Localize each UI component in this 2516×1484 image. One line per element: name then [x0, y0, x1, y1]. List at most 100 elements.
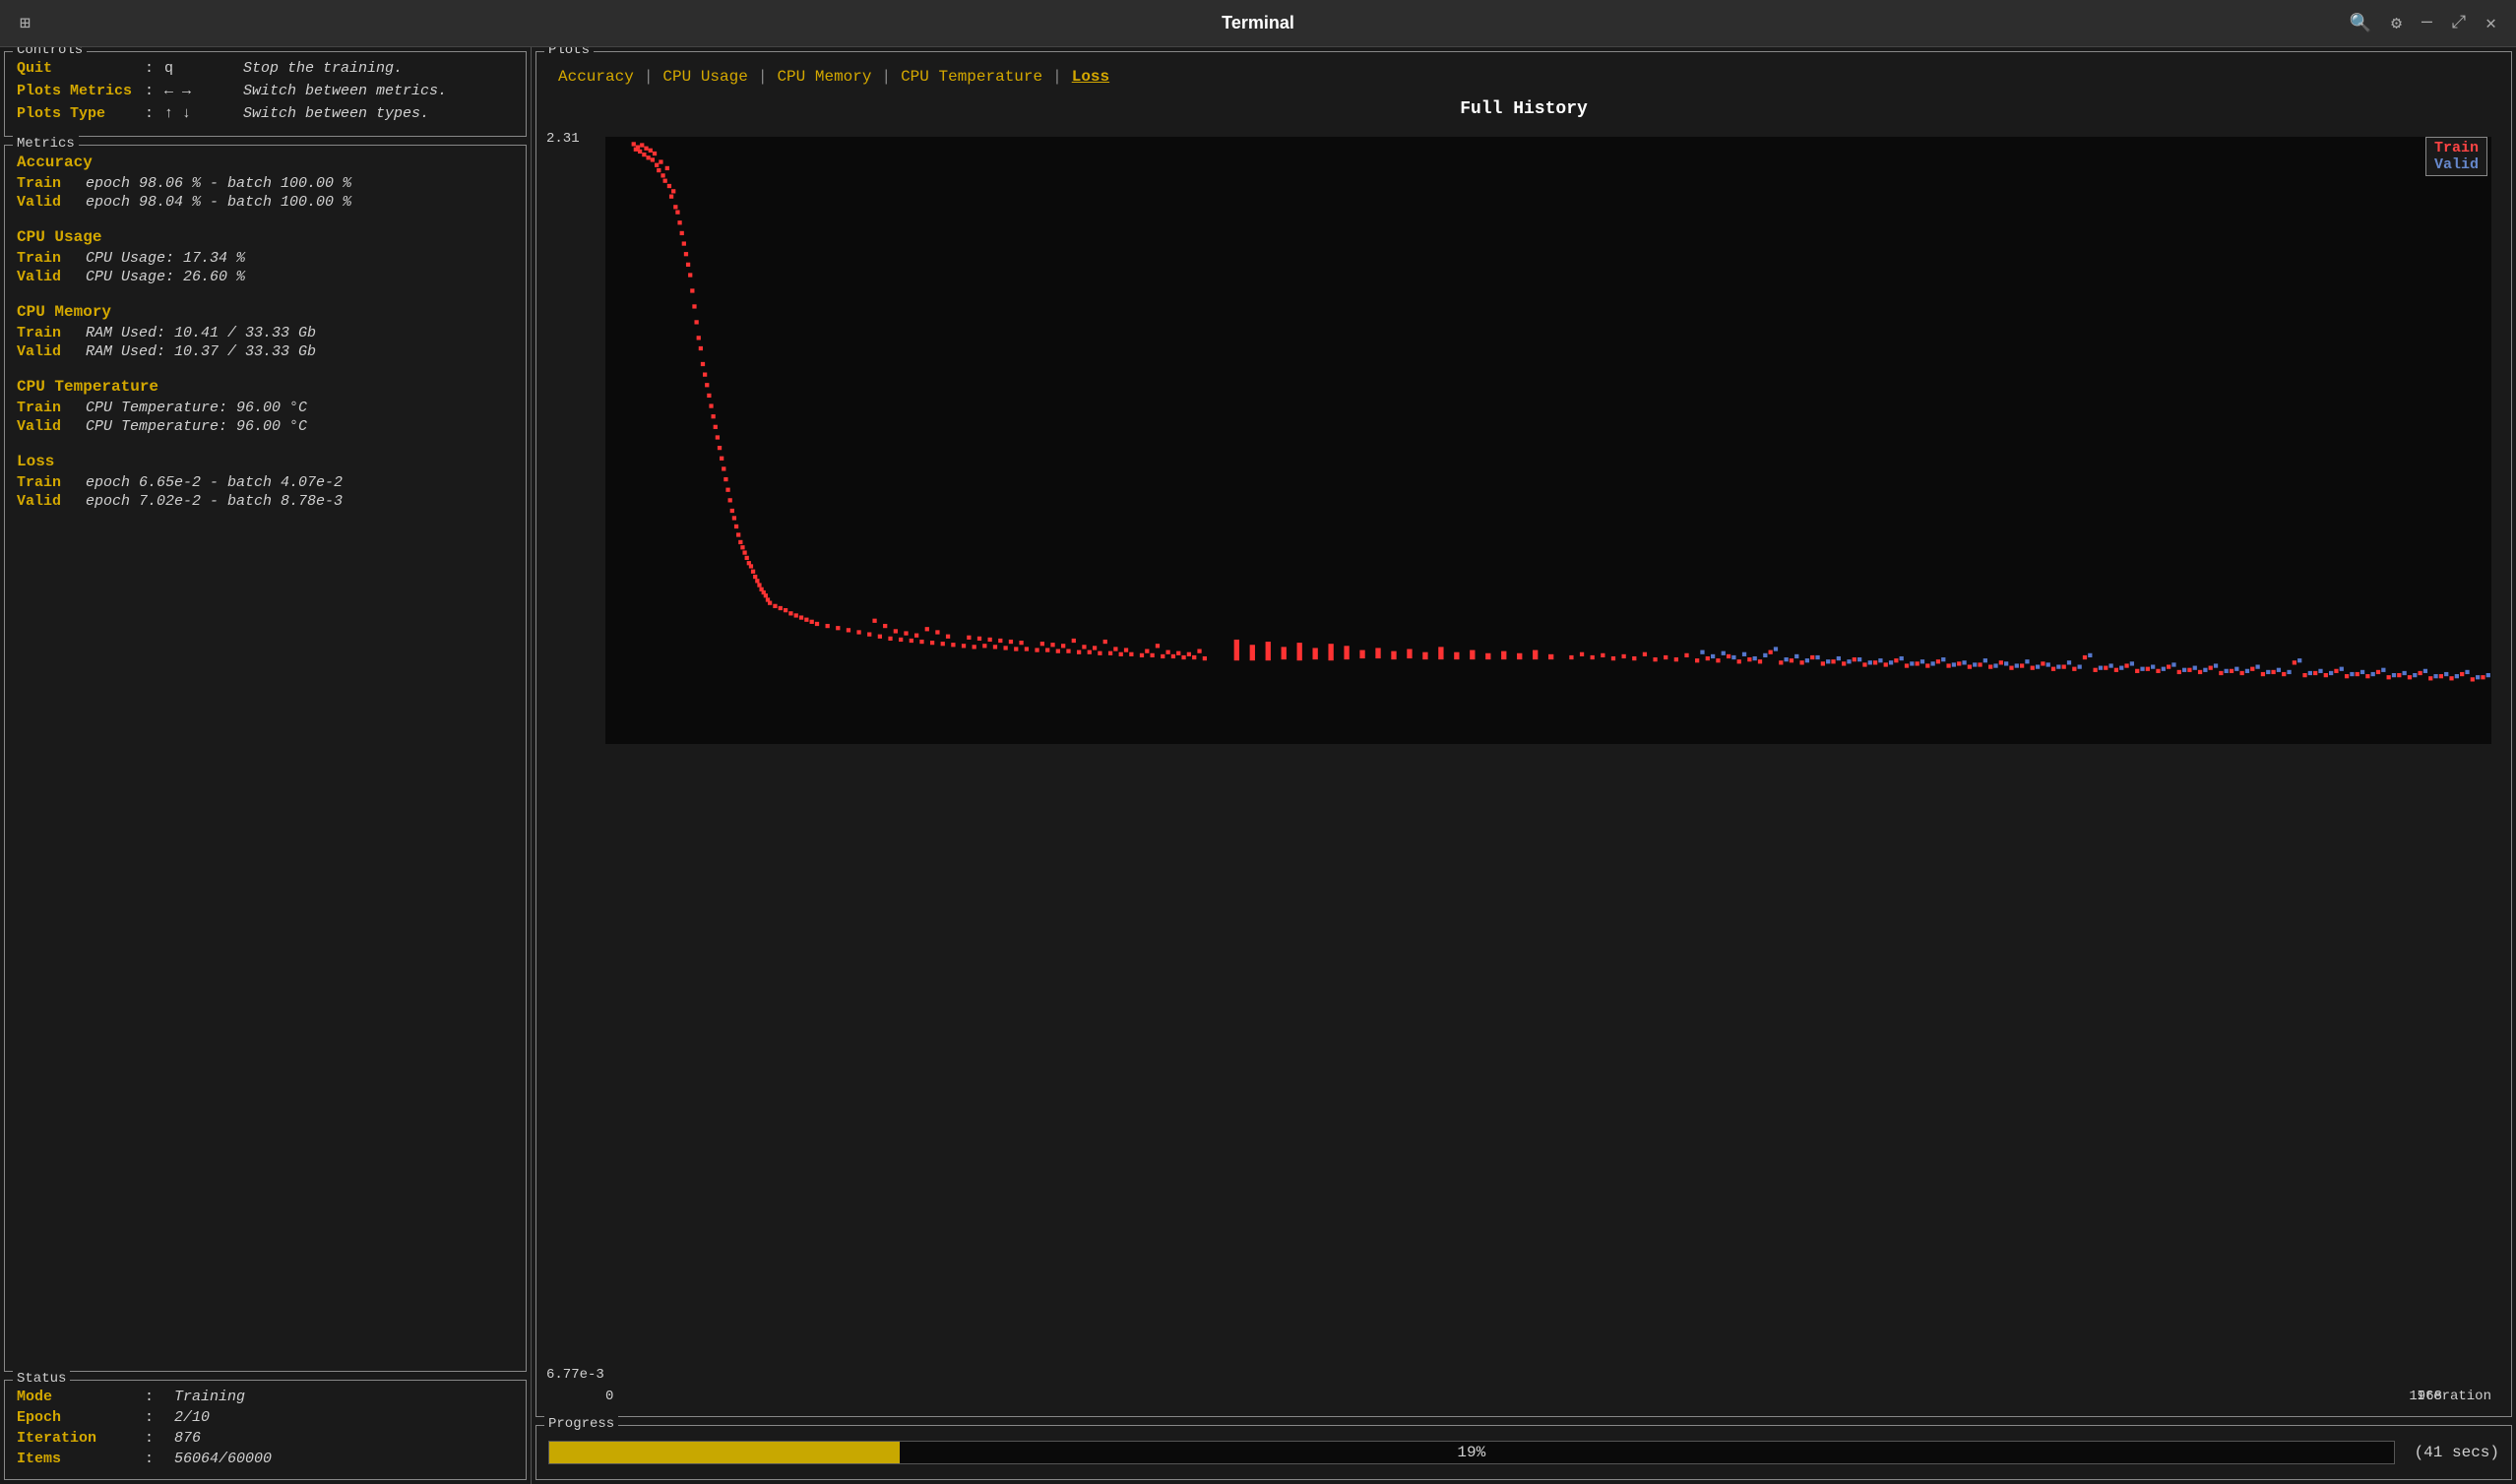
metrics-section: Metrics Accuracy Train epoch 98.06 % - b…	[4, 145, 527, 1372]
loss-train-row: Train epoch 6.65e-2 - batch 4.07e-2	[17, 474, 514, 491]
cpu-usage-train-row: Train CPU Usage: 17.34 %	[17, 250, 514, 267]
window-icon[interactable]: ⊞	[20, 13, 31, 34]
legend-train: Train	[2434, 140, 2479, 156]
loss-valid-label: Valid	[17, 493, 86, 510]
tab-cpu-memory[interactable]: CPU Memory	[771, 66, 877, 88]
epoch-key: Epoch	[17, 1409, 145, 1426]
controls-row-metrics: Plots Metrics : ← → Switch between metri…	[17, 83, 514, 99]
left-panel: Controls Quit : q Stop the training. Plo…	[0, 47, 532, 1484]
iteration-value: 876	[174, 1430, 201, 1447]
tab-cpu-usage[interactable]: CPU Usage	[657, 66, 753, 88]
loss-chart	[605, 137, 2491, 744]
cpu-usage-train-value: CPU Usage: 17.34 %	[86, 250, 245, 267]
progress-bar-container: 19%	[548, 1441, 2395, 1464]
status-iteration-row: Iteration : 876	[17, 1430, 514, 1447]
maximize-icon[interactable]: ⤢	[2452, 13, 2466, 33]
items-value: 56064/60000	[174, 1451, 272, 1467]
type-desc: Switch between types.	[243, 105, 429, 122]
accuracy-train-row: Train epoch 98.06 % - batch 100.00 %	[17, 175, 514, 192]
cpu-temp-valid-value: CPU Temperature: 96.00 °C	[86, 418, 307, 435]
epoch-value: 2/10	[174, 1409, 210, 1426]
plots-section: Plots Accuracy | CPU Usage | CPU Memory …	[535, 51, 2512, 1417]
progress-section: Progress 19% (41 secs)	[535, 1425, 2512, 1480]
cpu-memory-title: CPU Memory	[17, 303, 514, 321]
accuracy-valid-row: Valid epoch 98.04 % - batch 100.00 %	[17, 194, 514, 211]
title-bar-left: ⊞	[20, 13, 31, 34]
accuracy-train-value: epoch 98.06 % - batch 100.00 %	[86, 175, 351, 192]
tab-accuracy[interactable]: Accuracy	[552, 66, 640, 88]
window: ⊞ Terminal 🔍 ⚙ ─ ⤢ ✕ Controls Quit : q S…	[0, 0, 2516, 1484]
loss-valid-row: Valid epoch 7.02e-2 - batch 8.78e-3	[17, 493, 514, 510]
accuracy-valid-value: epoch 98.04 % - batch 100.00 %	[86, 194, 351, 211]
tab-cpu-temperature[interactable]: CPU Temperature	[895, 66, 1048, 88]
plots-label: Plots	[544, 47, 594, 58]
chart-title: Full History	[536, 95, 2511, 123]
progress-label: Progress	[544, 1416, 618, 1432]
main-content: Controls Quit : q Stop the training. Plo…	[0, 47, 2516, 1484]
cpu-usage-valid-value: CPU Usage: 26.60 %	[86, 269, 245, 285]
cpu-temp-valid-row: Valid CPU Temperature: 96.00 °C	[17, 418, 514, 435]
cpu-memory-valid-value: RAM Used: 10.37 / 33.33 Gb	[86, 343, 316, 360]
window-title: Terminal	[1222, 13, 1294, 33]
close-icon[interactable]: ✕	[2485, 13, 2496, 34]
right-panel: Plots Accuracy | CPU Usage | CPU Memory …	[532, 47, 2516, 1484]
progress-bar-fill	[549, 1442, 900, 1463]
cpu-temp-train-value: CPU Temperature: 96.00 °C	[86, 400, 307, 416]
legend-valid: Valid	[2434, 156, 2479, 173]
metrics-key: Plots Metrics	[17, 83, 145, 99]
iteration-key: Iteration	[17, 1430, 145, 1447]
progress-time: (41 secs)	[2415, 1444, 2499, 1461]
accuracy-valid-label: Valid	[17, 194, 86, 211]
controls-section: Controls Quit : q Stop the training. Plo…	[4, 51, 527, 137]
items-key: Items	[17, 1451, 145, 1467]
metrics-label: Metrics	[13, 136, 79, 152]
metrics-value: ← →	[164, 83, 243, 99]
metric-group-accuracy: Accuracy Train epoch 98.06 % - batch 100…	[17, 154, 514, 211]
cpu-memory-train-row: Train RAM Used: 10.41 / 33.33 Gb	[17, 325, 514, 341]
gear-icon[interactable]: ⚙	[2391, 13, 2402, 34]
loss-valid-value: epoch 7.02e-2 - batch 8.78e-3	[86, 493, 343, 510]
cpu-temp-valid-label: Valid	[17, 418, 86, 435]
title-bar-controls: 🔍 ⚙ ─ ⤢ ✕	[2350, 13, 2496, 34]
accuracy-train-label: Train	[17, 175, 86, 192]
cpu-usage-valid-row: Valid CPU Usage: 26.60 %	[17, 269, 514, 285]
status-section: Status Mode : Training Epoch : 2/10 Iter…	[4, 1380, 527, 1480]
cpu-temp-train-label: Train	[17, 400, 86, 416]
type-value: ↑ ↓	[164, 105, 243, 122]
cpu-memory-valid-row: Valid RAM Used: 10.37 / 33.33 Gb	[17, 343, 514, 360]
x-axis-label: Iteration	[2417, 1389, 2491, 1404]
status-items-row: Items : 56064/60000	[17, 1451, 514, 1467]
status-mode-row: Mode : Training	[17, 1389, 514, 1405]
controls-row-type: Plots Type : ↑ ↓ Switch between types.	[17, 105, 514, 122]
cpu-temp-title: CPU Temperature	[17, 378, 514, 396]
progress-percent: 19%	[1457, 1444, 1485, 1461]
mode-key: Mode	[17, 1389, 145, 1405]
cpu-usage-valid-label: Valid	[17, 269, 86, 285]
metric-group-cpu-temp: CPU Temperature Train CPU Temperature: 9…	[17, 378, 514, 435]
controls-row-quit: Quit : q Stop the training.	[17, 60, 514, 77]
quit-value: q	[164, 60, 243, 77]
metrics-desc: Switch between metrics.	[243, 83, 447, 99]
loss-train-label: Train	[17, 474, 86, 491]
loss-train-value: epoch 6.65e-2 - batch 4.07e-2	[86, 474, 343, 491]
cpu-usage-train-label: Train	[17, 250, 86, 267]
accuracy-title: Accuracy	[17, 154, 514, 171]
plots-tabs: Accuracy | CPU Usage | CPU Memory | CPU …	[536, 58, 2511, 95]
metric-group-loss: Loss Train epoch 6.65e-2 - batch 4.07e-2…	[17, 453, 514, 510]
minimize-icon[interactable]: ─	[2422, 14, 2432, 33]
status-label: Status	[13, 1371, 70, 1387]
search-icon[interactable]: 🔍	[2350, 13, 2371, 34]
metric-group-cpu-usage: CPU Usage Train CPU Usage: 17.34 % Valid…	[17, 228, 514, 285]
cpu-memory-train-label: Train	[17, 325, 86, 341]
cpu-memory-valid-label: Valid	[17, 343, 86, 360]
metric-group-cpu-memory: CPU Memory Train RAM Used: 10.41 / 33.33…	[17, 303, 514, 360]
quit-desc: Stop the training.	[243, 60, 403, 77]
tab-loss[interactable]: Loss	[1066, 66, 1115, 88]
cpu-usage-title: CPU Usage	[17, 228, 514, 246]
chart-legend: Train Valid	[2425, 137, 2487, 176]
controls-label: Controls	[13, 47, 87, 58]
x-axis-min: 0	[605, 1389, 613, 1404]
type-key: Plots Type	[17, 105, 145, 122]
y-axis-min: 6.77e-3	[546, 1367, 604, 1383]
mode-value: Training	[174, 1389, 245, 1405]
